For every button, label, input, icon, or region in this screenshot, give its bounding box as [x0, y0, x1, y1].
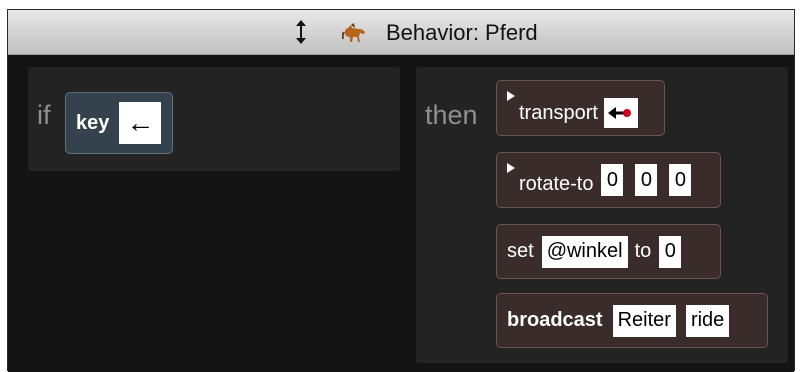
set-value-field[interactable]: 0 — [659, 235, 682, 268]
vertical-resize-icon[interactable] — [294, 20, 308, 44]
rotate-to-label: rotate-to — [519, 172, 594, 195]
broadcast-label: broadcast — [507, 309, 603, 331]
condition-panel: if key ← — [28, 67, 400, 171]
transport-target-field[interactable] — [603, 98, 638, 128]
rotate-z-field[interactable]: 0 — [669, 164, 692, 196]
key-value-field[interactable]: ← — [119, 102, 162, 144]
key-condition-block[interactable]: key ← — [65, 92, 173, 154]
behavior-window: Behavior: Pferd if key ← then transport — [7, 9, 795, 372]
arrow-target-icon — [607, 107, 631, 119]
behavior-editor: if key ← then transport rotate-to 0 0 0 … — [8, 55, 794, 372]
horse-icon — [342, 23, 365, 42]
broadcast-message-field[interactable]: ride — [685, 304, 730, 337]
transport-block[interactable]: transport — [496, 80, 665, 136]
expand-triangle-icon[interactable] — [507, 163, 515, 173]
then-keyword: then — [425, 100, 478, 130]
set-block[interactable]: set @winkel to 0 — [496, 224, 721, 279]
rotate-y-field[interactable]: 0 — [635, 164, 658, 196]
window-title: Behavior: Pferd — [386, 20, 538, 45]
key-block-label: key — [76, 111, 110, 134]
broadcast-block[interactable]: broadcast Reiter ride — [496, 293, 768, 348]
rotate-to-block[interactable]: rotate-to 0 0 0 — [496, 152, 721, 208]
set-label: set — [507, 240, 534, 262]
rotate-x-field[interactable]: 0 — [601, 164, 624, 196]
title-bar[interactable]: Behavior: Pferd — [8, 10, 794, 55]
transport-label: transport — [519, 101, 598, 124]
broadcast-target-field[interactable]: Reiter — [612, 304, 676, 337]
expand-triangle-icon[interactable] — [507, 91, 515, 101]
set-to-label: to — [634, 240, 652, 262]
set-variable-field[interactable]: @winkel — [541, 235, 628, 268]
if-keyword: if — [37, 100, 51, 130]
actions-panel: then transport rotate-to 0 0 0 set @wink… — [416, 67, 788, 363]
